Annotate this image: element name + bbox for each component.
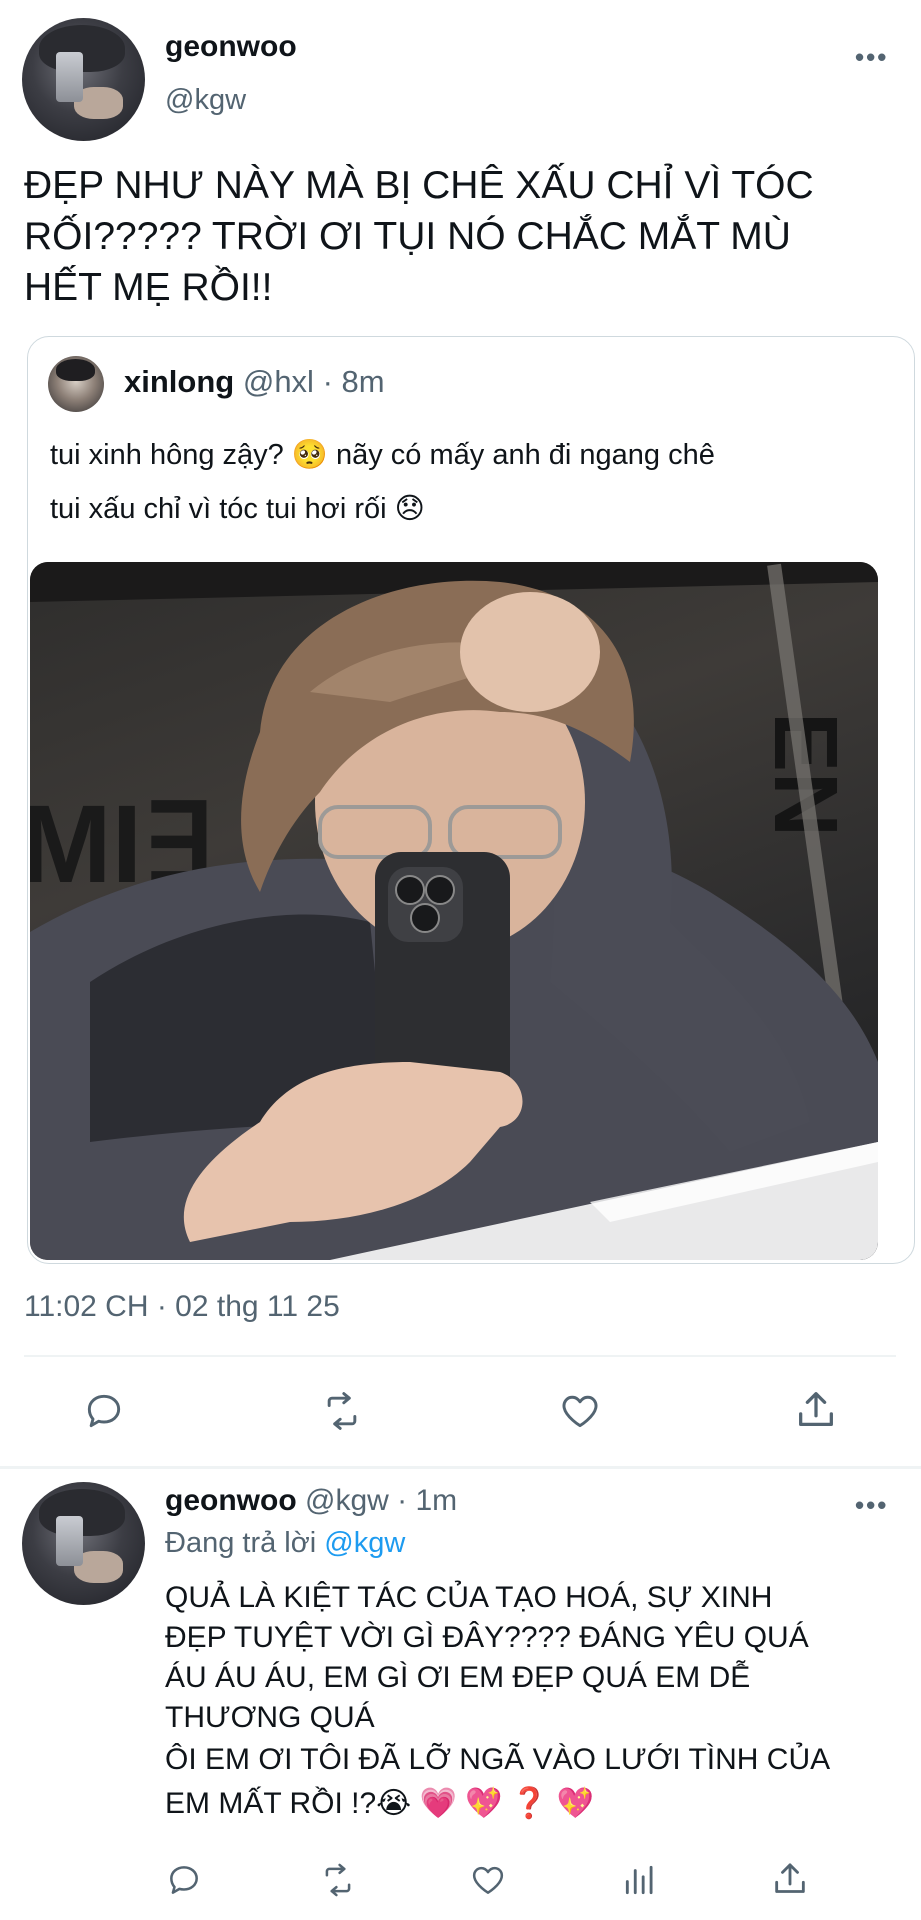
avatar-phone (56, 1516, 84, 1566)
author-handle[interactable]: @kgw (165, 84, 246, 117)
tweet-text-line: ĐẸP NHƯ NÀY MÀ BỊ CHÊ XẤU CHỈ VÌ TÓC (24, 164, 814, 207)
reply-text-line: ÁU ÁU ÁU, EM GÌ ƠI EM ĐẸP QUÁ EM DỄ (165, 1661, 751, 1694)
camera-lens (410, 903, 440, 933)
reply-reply-button[interactable] (160, 1858, 208, 1902)
reply-time: · 1m (397, 1484, 458, 1517)
hand-on-head (460, 592, 600, 712)
avatar-phone (56, 52, 84, 102)
retweet-icon (325, 1863, 351, 1897)
reply-retweet-button[interactable] (314, 1858, 362, 1902)
analytics-icon (625, 1865, 653, 1895)
reply-text-line: THƯƠNG QUÁ (165, 1701, 375, 1734)
quoted-author-avatar[interactable] (48, 356, 104, 412)
share-icon (799, 1392, 833, 1427)
reply-icon (87, 1394, 121, 1428)
retweet-icon (327, 1392, 357, 1430)
photo-illustration: EN MI∃ (30, 562, 878, 1260)
divider (24, 1355, 896, 1357)
quoted-handle[interactable]: @hxl (243, 364, 314, 399)
quoted-header: xinlong @hxl · 8m (124, 364, 385, 400)
tweet-text-line: HẾT MẸ RỒI!! (24, 266, 273, 309)
quoted-display-name[interactable]: xinlong (124, 364, 234, 399)
reply-like-button[interactable] (464, 1858, 512, 1902)
quoted-text-line: tui xấu chỉ vì tóc tui hơi rối 😞 (50, 493, 425, 525)
camera-lens (395, 875, 425, 905)
quoted-avatar-hair (55, 359, 96, 381)
tweet-text-line: RỐI????? TRỜI ƠI TỤI NÓ CHẮC MẮT MÙ (24, 215, 791, 258)
reply-author-avatar[interactable] (22, 1482, 145, 1605)
retweet-button[interactable] (314, 1386, 370, 1436)
tweet-timestamp[interactable]: 11:02 CH · 02 thg 11 25 (24, 1290, 340, 1324)
replying-to: Đang trả lời @kgw (165, 1527, 405, 1560)
replying-to-label: Đang trả lời (165, 1527, 317, 1559)
reply-handle[interactable]: @kgw (305, 1484, 389, 1517)
reply-text-line: ÔI EM ƠI TÔI ĐÃ LỠ NGÃ VÀO LƯỚI TÌNH CỦA (165, 1743, 831, 1776)
quoted-text-line: tui xinh hông zậy? 🥺 nãy có mấy anh đi n… (50, 439, 715, 471)
author-display-name[interactable]: geonwoo (165, 30, 297, 64)
more-options-icon[interactable]: ••• (855, 42, 888, 73)
section-divider (0, 1466, 921, 1469)
reply-text-line: QUẢ LÀ KIỆT TÁC CỦA TẠO HOÁ, SỰ XINH (165, 1581, 773, 1614)
reply-icon (170, 1866, 198, 1894)
share-button[interactable] (788, 1384, 844, 1436)
reply-header: geonwoo @kgw · 1m (165, 1484, 457, 1518)
share-icon (775, 1863, 805, 1893)
heart-icon (472, 1866, 504, 1894)
camera-lens (425, 875, 455, 905)
reply-text-line: EM MẤT RỒI !?😭 💗 💖 ❓ 💖 (165, 1787, 594, 1820)
quoted-tweet-photo[interactable]: EN MI∃ (30, 562, 878, 1260)
reply-more-options-icon[interactable]: ••• (855, 1490, 888, 1521)
author-avatar[interactable] (22, 18, 145, 141)
reply-button[interactable] (76, 1386, 132, 1436)
quoted-tweet-text: tui xinh hông zậy? 🥺 nãy có mấy anh đi n… (50, 428, 715, 536)
heart-icon (562, 1395, 598, 1428)
tweet-text: ĐẸP NHƯ NÀY MÀ BỊ CHÊ XẤU CHỈ VÌ TÓC RỐI… (24, 160, 814, 313)
reply-views-button[interactable] (616, 1858, 664, 1902)
quoted-time: · 8m (322, 364, 385, 399)
reply-text-line: ĐẸP TUYỆT VỜI GÌ ĐÂY???? ĐÁNG YÊU QUÁ (165, 1621, 809, 1654)
like-button[interactable] (552, 1386, 608, 1436)
reply-share-button[interactable] (766, 1856, 814, 1902)
reply-display-name[interactable]: geonwoo (165, 1484, 297, 1517)
replying-to-handle[interactable]: @kgw (324, 1527, 405, 1559)
reply-text: QUẢ LÀ KIỆT TÁC CỦA TẠO HOÁ, SỰ XINH ĐẸP… (165, 1578, 905, 1824)
